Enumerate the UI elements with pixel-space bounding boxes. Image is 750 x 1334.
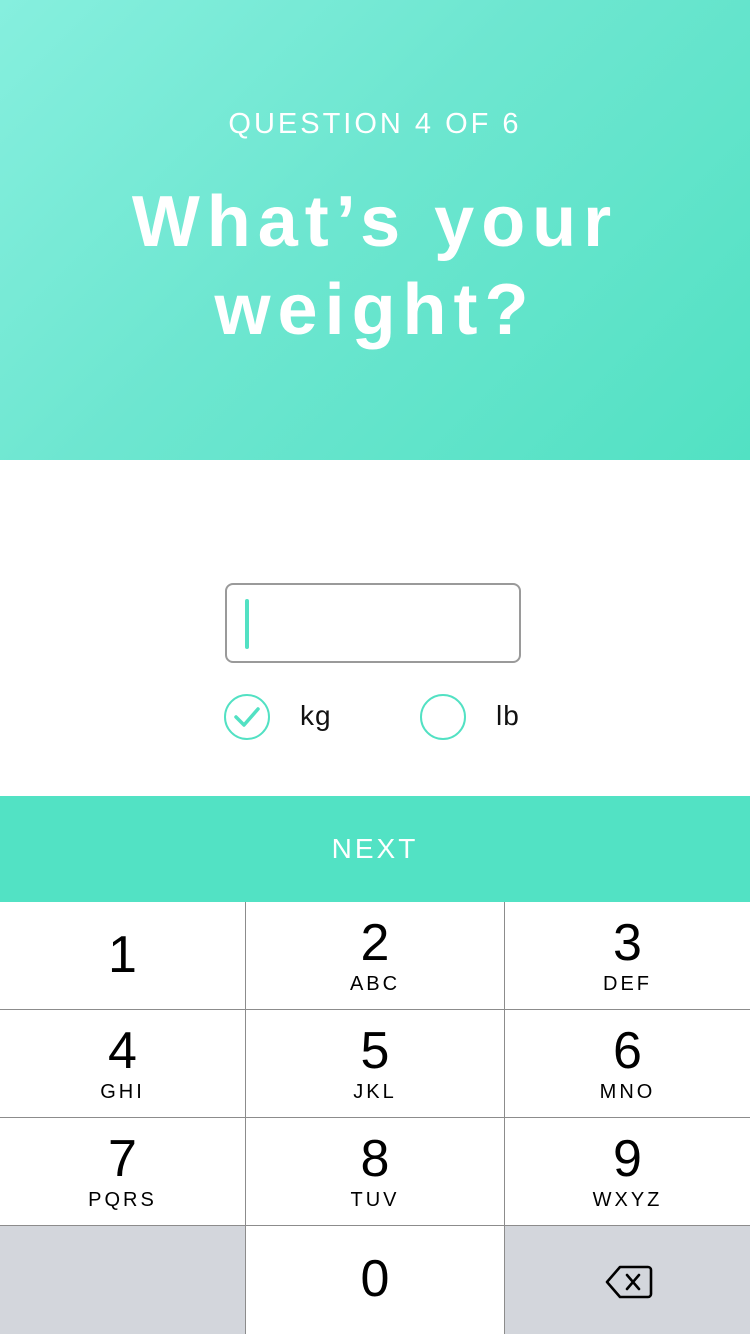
text-caret: [245, 599, 249, 649]
key-3-digit: 3: [613, 914, 642, 972]
key-2[interactable]: 2 ABC: [246, 902, 504, 1009]
question-progress: QUESTION 4 OF 6: [228, 108, 522, 140]
key-9-letters: WXYZ: [592, 1189, 663, 1211]
key-0-digit: 0: [360, 1250, 390, 1308]
key-5-digit: 5: [360, 1022, 390, 1080]
key-3-letters: DEF: [603, 973, 652, 995]
unit-label-kg: kg: [300, 700, 332, 731]
weight-input[interactable]: [225, 583, 521, 663]
question-header: QUESTION 4 OF 6 What’s your weight?: [0, 0, 750, 460]
key-8-letters: TUV: [350, 1189, 400, 1211]
question-title: What’s your weight?: [40, 178, 710, 354]
unit-label-lb: lb: [496, 700, 520, 731]
key-8[interactable]: 8 TUV: [246, 1118, 504, 1225]
key-5-letters: JKL: [353, 1081, 397, 1103]
checkmark-icon: [234, 707, 260, 727]
key-5[interactable]: 5 JKL: [246, 1010, 504, 1117]
key-9[interactable]: 9 WXYZ: [505, 1118, 750, 1225]
key-7-letters: PQRS: [88, 1189, 157, 1211]
unit-option-lb[interactable]: lb: [420, 694, 530, 740]
question-title-line-1: What’s your: [131, 182, 619, 262]
unit-option-kg[interactable]: kg: [224, 694, 344, 740]
key-6-digit: 6: [613, 1022, 642, 1080]
key-8-digit: 8: [360, 1130, 390, 1188]
backspace-icon: [605, 1265, 653, 1299]
key-6[interactable]: 6 MNO: [505, 1010, 750, 1117]
key-7[interactable]: 7 PQRS: [0, 1118, 245, 1225]
key-1-digit: 1: [108, 926, 137, 984]
lb-radio[interactable]: [420, 694, 466, 740]
keypad-empty-key: [0, 1226, 245, 1334]
key-0[interactable]: 0: [246, 1226, 504, 1334]
key-9-digit: 9: [613, 1130, 642, 1188]
delete-key[interactable]: [505, 1226, 750, 1334]
key-3[interactable]: 3 DEF: [505, 902, 750, 1009]
next-button[interactable]: NEXT: [0, 796, 750, 902]
key-4[interactable]: 4 GHI: [0, 1010, 245, 1117]
key-4-digit: 4: [108, 1022, 137, 1080]
question-title-line-2: weight?: [214, 270, 536, 350]
key-2-digit: 2: [360, 914, 390, 972]
key-2-letters: ABC: [349, 973, 401, 995]
key-7-digit: 7: [108, 1130, 137, 1188]
key-6-letters: MNO: [599, 1081, 656, 1103]
numeric-keypad: 1 2 ABC 3 DEF 4 GHI 5 JKL 6 MNO 7 PQRS 8…: [0, 902, 750, 1334]
key-1[interactable]: 1: [0, 902, 245, 1009]
key-4-letters: GHI: [100, 1081, 145, 1103]
kg-radio[interactable]: [224, 694, 270, 740]
